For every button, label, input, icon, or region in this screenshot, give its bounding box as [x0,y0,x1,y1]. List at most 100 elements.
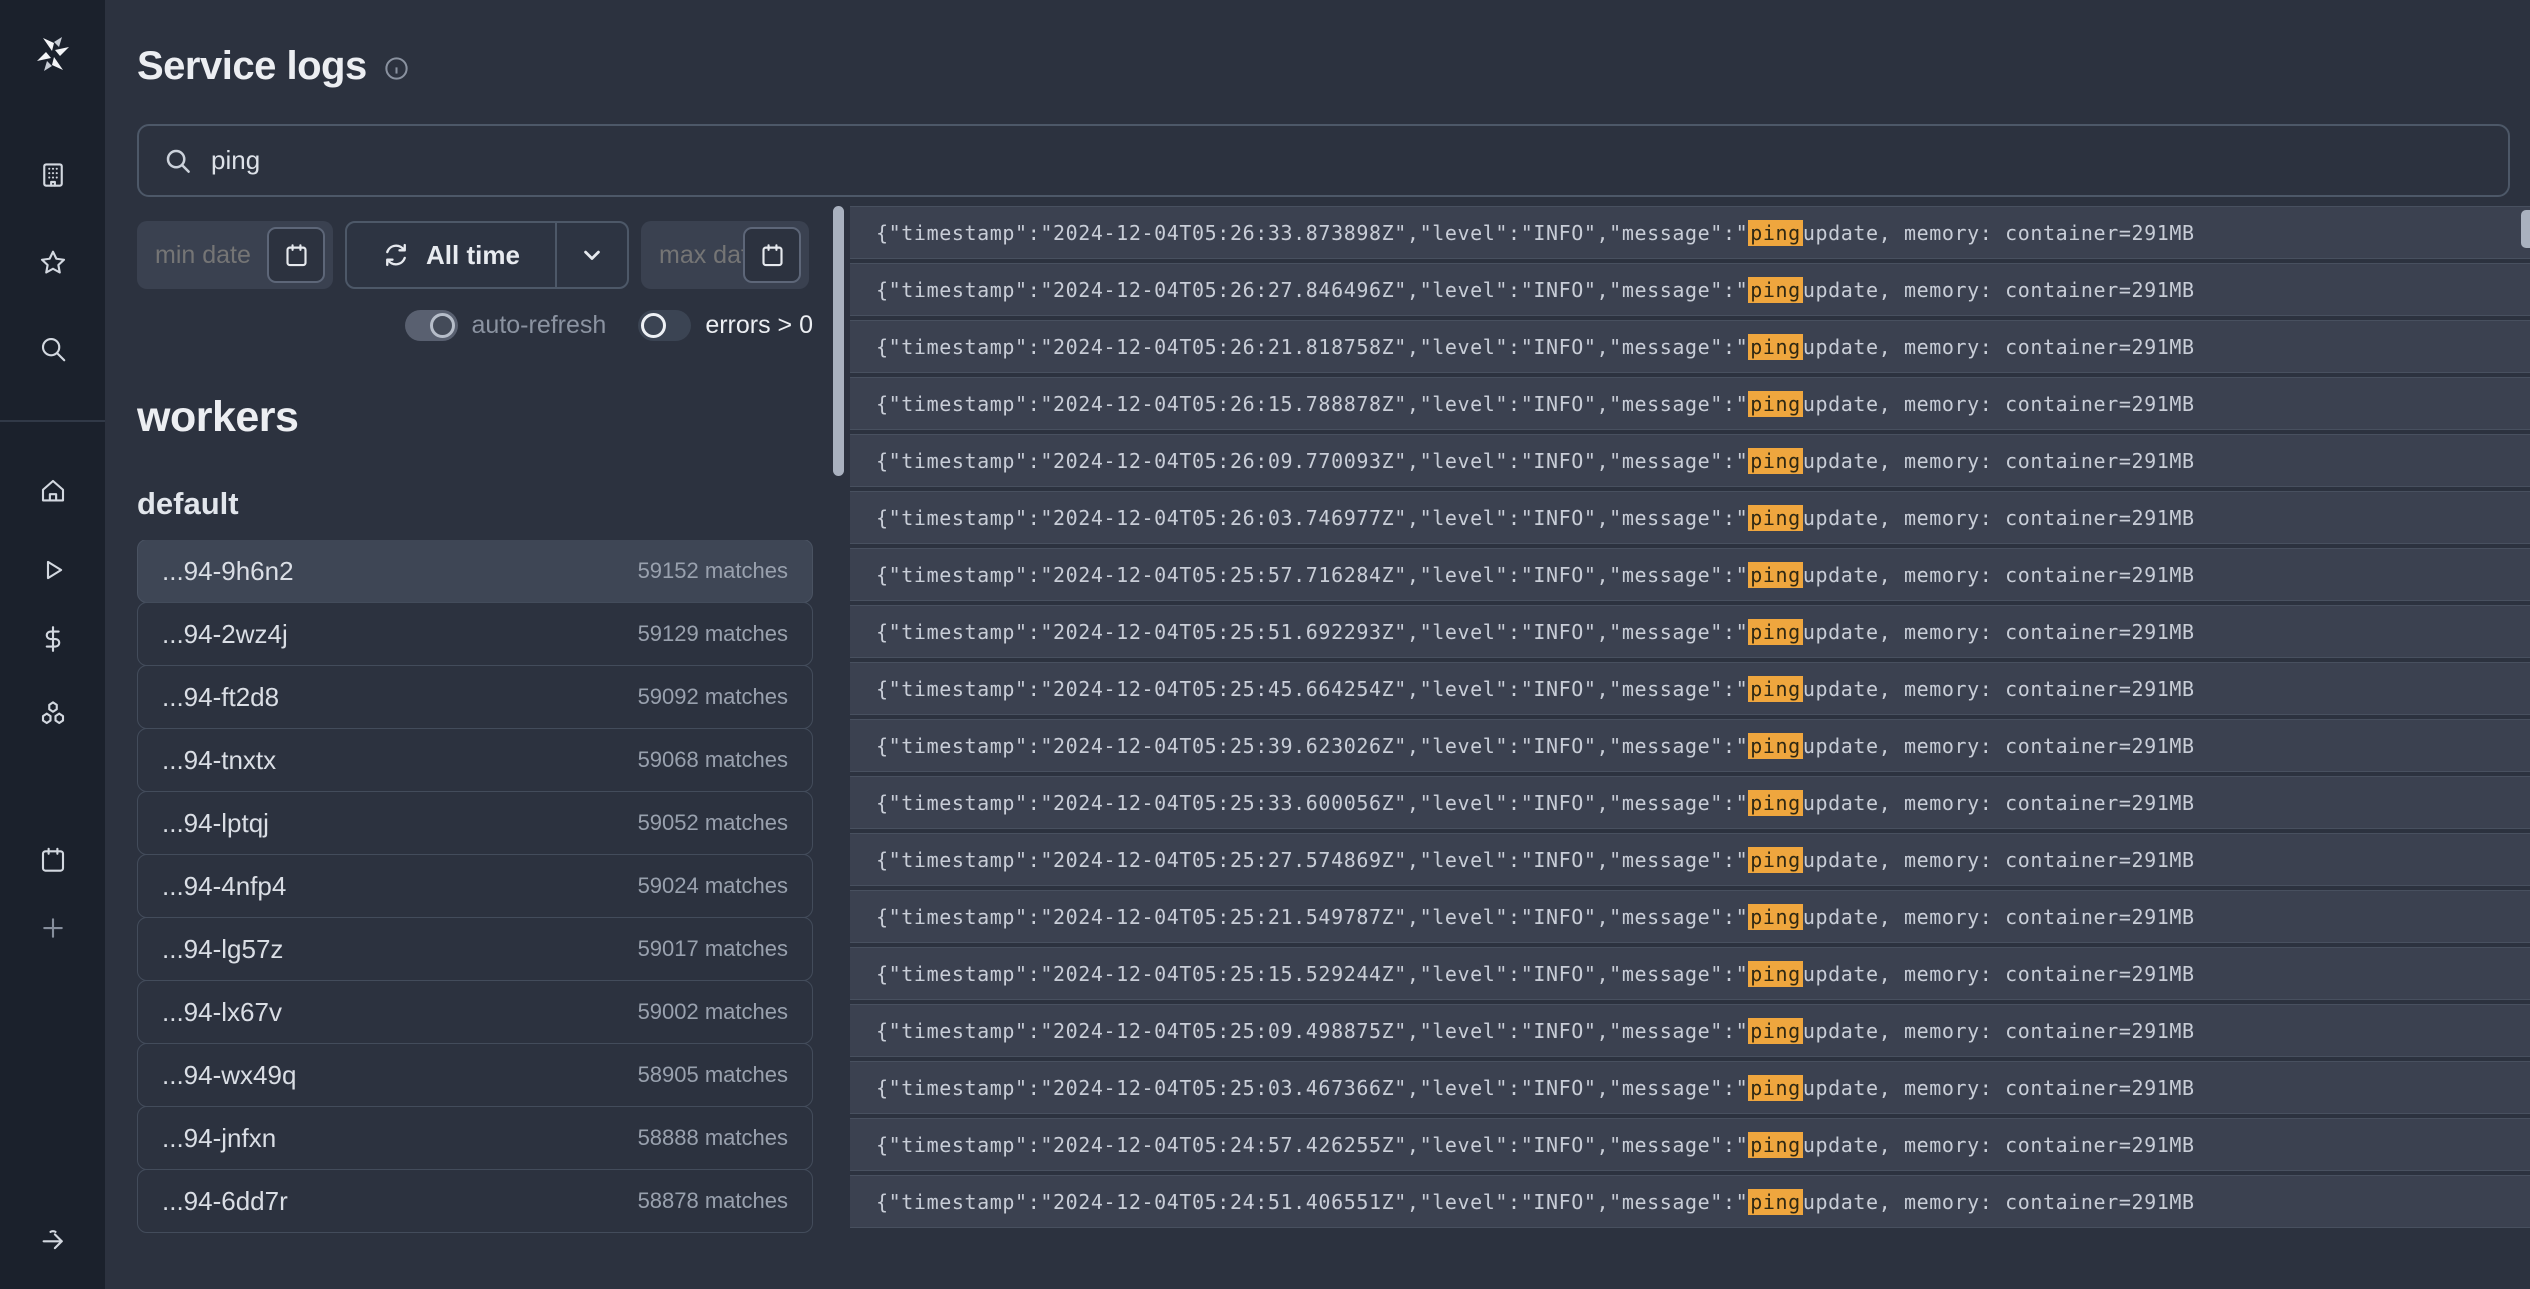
log-match-highlight: ping [1748,220,1803,246]
log-text-post: update, memory: container=291MB [1803,962,2195,986]
log-row[interactable]: {"timestamp":"2024-12-04T05:25:51.692293… [850,605,2530,658]
worker-match-count: 59024 matches [638,873,788,899]
sidebar-item-variables[interactable] [31,617,75,661]
row-scrollbar-thumb[interactable] [2521,210,2530,248]
home-icon [38,476,68,506]
worker-id: ...94-lx67v [162,997,282,1028]
log-row[interactable]: {"timestamp":"2024-12-04T05:25:45.664254… [850,662,2530,715]
log-match-highlight: ping [1748,676,1803,702]
log-row[interactable]: {"timestamp":"2024-12-04T05:26:33.873898… [850,206,2530,259]
worker-row[interactable]: ...94-wx49q 58905 matches [137,1043,813,1107]
log-row[interactable]: {"timestamp":"2024-12-04T05:25:39.623026… [850,719,2530,772]
log-scrollbar-track[interactable] [833,206,844,1289]
worker-match-count: 58905 matches [638,1062,788,1088]
max-date-picker-button[interactable] [743,227,801,283]
worker-row[interactable]: ...94-4nfp4 59024 matches [137,854,813,918]
log-text-pre: {"timestamp":"2024-12-04T05:25:51.692293… [876,620,1748,644]
plus-icon [38,913,68,943]
log-row[interactable]: {"timestamp":"2024-12-04T05:25:57.716284… [850,548,2530,601]
log-row[interactable]: {"timestamp":"2024-12-04T05:25:21.549787… [850,890,2530,943]
chevron-down-icon [578,241,606,269]
auto-refresh-toggle[interactable] [405,310,458,341]
min-date-picker-button[interactable] [267,227,325,283]
search-input[interactable] [211,145,2484,176]
sidebar-item-workspace[interactable] [31,153,75,197]
worker-row[interactable]: ...94-jnfxn 58888 matches [137,1106,813,1170]
log-text-pre: {"timestamp":"2024-12-04T05:25:27.574869… [876,848,1748,872]
log-text-post: update, memory: container=291MB [1803,791,2195,815]
worker-match-count: 58878 matches [638,1188,788,1214]
log-row[interactable]: {"timestamp":"2024-12-04T05:26:15.788878… [850,377,2530,430]
log-row[interactable]: {"timestamp":"2024-12-04T05:25:27.574869… [850,833,2530,886]
time-range-label: All time [426,240,520,271]
worker-row[interactable]: ...94-lx67v 59002 matches [137,980,813,1044]
dollar-icon [38,624,68,654]
log-text-pre: {"timestamp":"2024-12-04T05:25:09.498875… [876,1019,1748,1043]
sidebar-expand-button[interactable] [31,1218,75,1262]
calendar-icon [283,242,310,269]
log-match-highlight: ping [1748,790,1803,816]
sidebar-item-runs[interactable] [31,548,75,592]
log-row[interactable]: {"timestamp":"2024-12-04T05:25:03.467366… [850,1061,2530,1114]
worker-row[interactable]: ...94-lptqj 59052 matches [137,791,813,855]
log-match-highlight: ping [1748,1189,1803,1215]
log-text-pre: {"timestamp":"2024-12-04T05:24:57.426255… [876,1133,1748,1157]
sidebar [0,0,105,1289]
date-filter-row: All time [137,221,813,289]
min-date-field [137,221,333,289]
log-row[interactable]: {"timestamp":"2024-12-04T05:24:51.406551… [850,1175,2530,1228]
time-range-button[interactable]: All time [345,221,629,289]
worker-id: ...94-9h6n2 [162,556,294,587]
sidebar-item-home[interactable] [31,469,75,513]
main-content: Service logs [105,0,2530,1289]
log-row[interactable]: {"timestamp":"2024-12-04T05:24:57.426255… [850,1118,2530,1171]
errors-only-toggle[interactable] [638,310,691,341]
workers-heading: workers [137,393,813,442]
log-text-pre: {"timestamp":"2024-12-04T05:25:15.529244… [876,962,1748,986]
page-title: Service logs [137,44,367,89]
log-text-post: update, memory: container=291MB [1803,335,2195,359]
log-scrollbar-thumb[interactable] [833,206,844,476]
log-row[interactable]: {"timestamp":"2024-12-04T05:25:15.529244… [850,947,2530,1000]
info-icon[interactable] [383,51,410,82]
sidebar-item-favorites[interactable] [31,241,75,285]
log-row[interactable]: {"timestamp":"2024-12-04T05:26:27.846496… [850,263,2530,316]
worker-row[interactable]: ...94-lg57z 59017 matches [137,917,813,981]
time-range-dropdown-button[interactable] [555,223,627,287]
log-match-highlight: ping [1748,733,1803,759]
log-text-pre: {"timestamp":"2024-12-04T05:26:09.770093… [876,449,1748,473]
toggle-knob [430,313,455,338]
log-row[interactable]: {"timestamp":"2024-12-04T05:26:09.770093… [850,434,2530,487]
play-icon [38,555,68,585]
sidebar-item-add[interactable] [31,906,75,950]
log-match-highlight: ping [1748,1018,1803,1044]
sidebar-item-search[interactable] [31,327,75,371]
log-text-post: update, memory: container=291MB [1803,734,2195,758]
log-row[interactable]: {"timestamp":"2024-12-04T05:26:21.818758… [850,320,2530,373]
log-text-post: update, memory: container=291MB [1803,1133,2195,1157]
windmill-logo-icon[interactable] [29,30,77,78]
sidebar-item-resources[interactable] [31,691,75,735]
toggle-row: auto-refresh errors > 0 [137,305,813,345]
worker-row[interactable]: ...94-9h6n2 59152 matches [137,540,813,603]
worker-row[interactable]: ...94-2wz4j 59129 matches [137,602,813,666]
worker-row[interactable]: ...94-6dd7r 58878 matches [137,1169,813,1233]
worker-row[interactable]: ...94-tnxtx 59068 matches [137,728,813,792]
page-header: Service logs [137,40,2530,92]
log-text-post: update, memory: container=291MB [1803,1076,2195,1100]
log-match-highlight: ping [1748,904,1803,930]
sidebar-item-schedules[interactable] [31,838,75,882]
boxes-icon [38,698,68,728]
worker-id: ...94-jnfxn [162,1123,276,1154]
time-range-main[interactable]: All time [347,223,555,287]
log-text-pre: {"timestamp":"2024-12-04T05:26:15.788878… [876,392,1748,416]
log-row[interactable]: {"timestamp":"2024-12-04T05:25:33.600056… [850,776,2530,829]
worker-match-count: 58888 matches [638,1125,788,1151]
log-match-highlight: ping [1748,334,1803,360]
log-row[interactable]: {"timestamp":"2024-12-04T05:26:03.746977… [850,491,2530,544]
log-text-post: update, memory: container=291MB [1803,677,2195,701]
worker-id: ...94-6dd7r [162,1186,288,1217]
log-match-highlight: ping [1748,562,1803,588]
log-row[interactable]: {"timestamp":"2024-12-04T05:25:09.498875… [850,1004,2530,1057]
worker-row[interactable]: ...94-ft2d8 59092 matches [137,665,813,729]
